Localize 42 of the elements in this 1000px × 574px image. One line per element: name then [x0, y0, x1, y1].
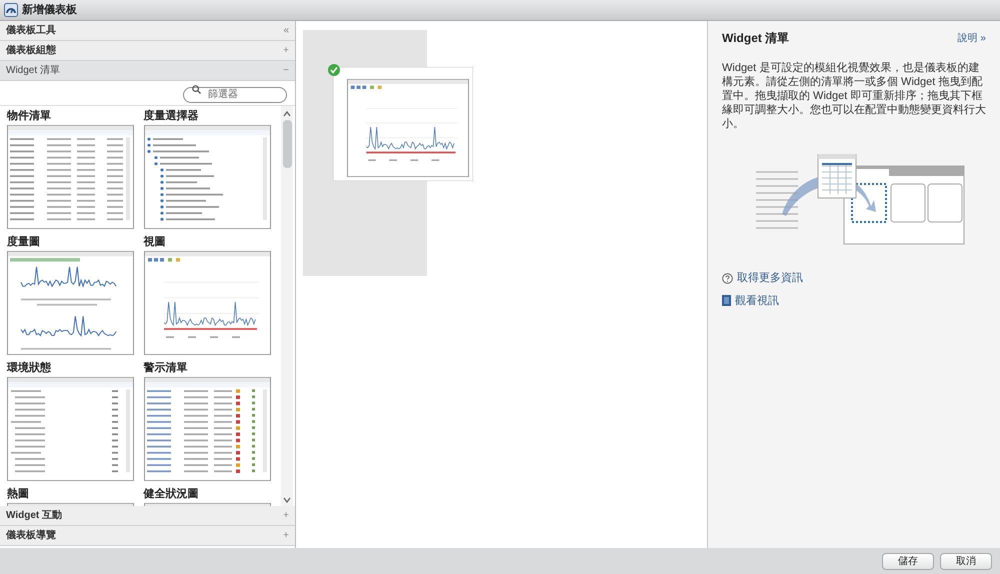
widget-preview-drawing[interactable]	[144, 377, 270, 481]
window-title: 新增儀表板	[22, 2, 77, 18]
accordion-header[interactable]: 儀表板工具 «	[0, 21, 295, 41]
scrollbar[interactable]	[281, 106, 293, 506]
help-link[interactable]: 取得更多資訊	[722, 270, 986, 286]
help-link[interactable]: 說明 »	[958, 30, 986, 46]
scroll-up-icon[interactable]	[283, 110, 291, 118]
section-label: 儀表板導覽	[6, 528, 56, 543]
section-label: 儀表板工具	[6, 24, 56, 38]
panel-title: Widget 清單	[722, 30, 790, 47]
accordion-header[interactable]: Widget 清單 −	[0, 61, 295, 81]
widget-label: 物件清單	[7, 109, 52, 123]
description-text: Widget 是可設定的模組化視覺效果，也是儀表板的建構元素。請從左側的清單將一或多個 Widget 拖曳到配置中。拖曳擷取的 Widget 即可重新排序；拖曳其下框緣即可調整大小。您也可以在配置中動態變更資料行大小。	[722, 61, 986, 131]
placed-widget-drawing[interactable]	[333, 67, 473, 181]
toggle-glyph[interactable]: «	[283, 23, 289, 38]
search-field[interactable]: 篩選器	[183, 86, 287, 102]
widget-label: 警示清單	[144, 361, 188, 375]
section-label: Widget 清單	[6, 64, 60, 78]
widget-label: 環境狀態	[7, 361, 52, 375]
widget-preview-drawing[interactable]	[144, 251, 270, 355]
section-label: 儀表板組態	[6, 44, 56, 58]
dialog-button[interactable]: 取消	[940, 552, 992, 570]
search-icon	[192, 85, 201, 94]
accordion-header[interactable]: 儀表板導覽 +	[0, 526, 295, 546]
accordion-header[interactable]: Widget 互動 +	[0, 506, 295, 526]
widget-preview-drawing[interactable]	[144, 125, 270, 229]
dialog-button[interactable]: 儲存	[882, 552, 934, 570]
widget-label: 度量選擇器	[144, 109, 200, 123]
scroll-thumb[interactable]	[282, 120, 292, 168]
widget-preview-drawing[interactable]	[7, 125, 134, 229]
section-label: Widget 互動	[6, 508, 62, 523]
dashboard-icon	[4, 3, 18, 17]
accordion-header[interactable]: 儀表板組態 +	[0, 41, 295, 61]
scroll-down-icon[interactable]	[283, 496, 291, 504]
help-link[interactable]: 觀看視訊	[722, 292, 986, 309]
widget-label: 視圖	[144, 235, 166, 249]
widget-label: 健全狀況圖	[144, 487, 200, 501]
widget-label: 度量圖	[7, 235, 41, 249]
widget-preview-drawing[interactable]	[7, 251, 134, 355]
widget-label: 熱圖	[7, 487, 30, 501]
widget-preview-drawing[interactable]	[7, 377, 134, 481]
question-icon	[722, 272, 733, 284]
